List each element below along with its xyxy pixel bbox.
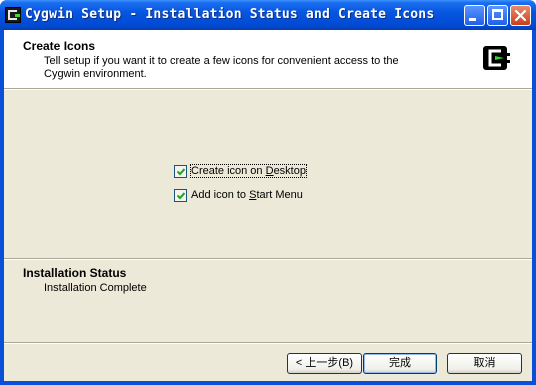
start-menu-checkbox[interactable]	[174, 189, 187, 202]
minimize-button[interactable]	[464, 5, 485, 26]
start-menu-label[interactable]: Add icon to Start Menu	[191, 189, 303, 201]
status-text: Installation Complete	[44, 282, 147, 294]
page-description: Tell setup if you want it to create a fe…	[44, 55, 399, 80]
close-button[interactable]	[510, 5, 531, 26]
setup-window: Cygwin Setup - Installation Status and C…	[0, 0, 536, 385]
close-icon	[514, 9, 527, 22]
page-header: Create Icons Tell setup if you want it t…	[4, 30, 532, 88]
status-divider	[4, 258, 532, 260]
dialog-body: Create Icons Tell setup if you want it t…	[4, 30, 532, 381]
checkmark-icon	[177, 168, 185, 176]
header-divider	[4, 88, 532, 90]
button-divider	[4, 342, 532, 344]
desktop-icon-label[interactable]: Create icon on Desktop	[190, 164, 307, 178]
title-bar[interactable]: Cygwin Setup - Installation Status and C…	[0, 0, 536, 30]
desktop-icon-checkbox[interactable]	[174, 165, 187, 178]
cygwin-logo-icon	[483, 46, 510, 70]
window-title: Cygwin Setup - Installation Status and C…	[25, 7, 435, 22]
desktop-icon-option[interactable]: Create icon on Desktop	[174, 164, 308, 180]
maximize-icon	[492, 9, 503, 20]
maximize-button[interactable]	[487, 5, 508, 26]
start-menu-option[interactable]: Add icon to Start Menu	[174, 188, 308, 204]
minimize-icon	[469, 18, 476, 21]
cancel-button[interactable]: 取消	[447, 353, 522, 374]
cygwin-icon[interactable]	[5, 7, 21, 23]
finish-button[interactable]: 完成	[363, 353, 437, 374]
page-title: Create Icons	[23, 39, 96, 53]
checkmark-icon	[177, 192, 185, 200]
status-title: Installation Status	[23, 266, 127, 280]
back-button[interactable]: < 上一步(B)	[287, 353, 362, 374]
